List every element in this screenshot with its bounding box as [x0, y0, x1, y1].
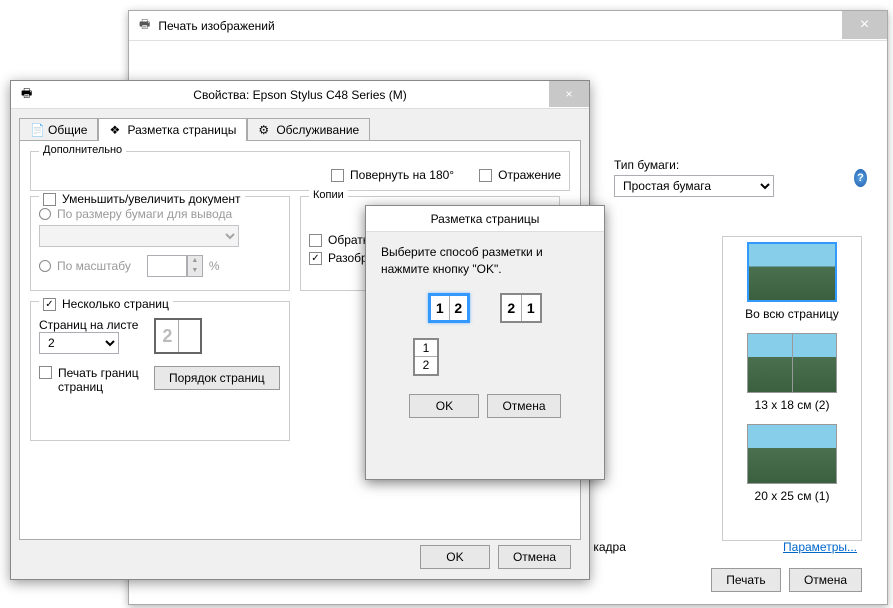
layout-thumb	[747, 424, 837, 484]
dialog-message: Выберите способ разметки и нажмите кнопк…	[381, 244, 589, 278]
layout-label: Во всю страницу	[728, 307, 856, 321]
tab-layout[interactable]: ❖Разметка страницы	[98, 118, 247, 141]
printer-icon: 🖶	[139, 15, 150, 36]
pages-per-sheet-label: Страниц на листе	[39, 318, 138, 332]
close-button[interactable]: ×	[549, 81, 589, 107]
tabs: 📄Общие ❖Разметка страницы ⚙Обслуживание	[19, 117, 581, 140]
print-button[interactable]: Печать	[711, 568, 781, 592]
layout-item-20x25[interactable]: 20 x 25 см (1)	[728, 424, 856, 503]
reverse-checkbox[interactable]	[309, 234, 322, 247]
group-title: Дополнительно	[39, 144, 126, 156]
paper-size-select	[39, 225, 239, 247]
multipage-checkbox[interactable]	[43, 298, 56, 311]
printer-icon: 🖶	[21, 84, 32, 105]
page-layout-dialog: Разметка страницы Выберите способ размет…	[365, 205, 605, 480]
collate-checkbox[interactable]	[309, 252, 322, 265]
frame-label: у кадра	[584, 540, 626, 554]
scale-input	[147, 255, 187, 277]
parameters-link[interactable]: Параметры...	[783, 540, 857, 554]
layout-label: 20 x 25 см (1)	[728, 489, 856, 503]
cancel-button[interactable]: Отмена	[498, 545, 571, 569]
paper-type-select[interactable]: Простая бумага	[614, 175, 774, 197]
layout-thumb	[747, 242, 837, 302]
document-icon: 📄	[30, 123, 44, 137]
props-title: Свойства: Epson Stylus C48 Series (M)	[193, 88, 406, 102]
group-resize: Уменьшить/увеличить документ По размеру …	[30, 196, 290, 291]
help-icon[interactable]: ?	[854, 169, 867, 187]
layout-option-vertical[interactable]: 12	[413, 338, 439, 376]
dialog-title: Разметка страницы	[366, 206, 604, 232]
layout-item-full[interactable]: Во всю страницу	[728, 242, 856, 321]
props-titlebar: 🖶 Свойства: Epson Stylus C48 Series (M) …	[11, 81, 589, 109]
ok-button[interactable]: OK	[420, 545, 490, 569]
layout-panel[interactable]: Во всю страницу 13 x 18 см (2) 20 x 25 с…	[722, 236, 862, 541]
paper-type-row: Тип бумаги: Простая бумага ?	[614, 158, 867, 197]
print-title: Печать изображений	[158, 19, 274, 33]
tab-maintenance[interactable]: ⚙Обслуживание	[247, 118, 370, 141]
print-titlebar: 🖶 Печать изображений	[129, 11, 887, 41]
pages-preview-icon: 2	[154, 318, 202, 354]
page-order-button[interactable]: Порядок страниц	[154, 366, 280, 390]
cancel-button[interactable]: Отмена	[487, 394, 560, 418]
layout-option-12[interactable]: 12	[428, 293, 470, 323]
pages-per-sheet-select[interactable]: 2	[39, 332, 119, 354]
group-multipage: Несколько страниц Страниц на листе 2 2 П…	[30, 301, 290, 441]
by-paper-radio	[39, 208, 51, 220]
gear-icon: ⚙	[258, 123, 272, 137]
layout-icon: ❖	[109, 123, 123, 137]
print-borders-checkbox[interactable]	[39, 366, 52, 379]
ok-button[interactable]: OK	[409, 394, 479, 418]
resize-checkbox[interactable]	[43, 193, 56, 206]
layout-option-21[interactable]: 21	[500, 293, 542, 323]
by-scale-radio	[39, 260, 51, 272]
paper-type-label: Тип бумаги:	[614, 158, 774, 172]
cancel-button[interactable]: Отмена	[789, 568, 862, 592]
layout-label: 13 x 18 см (2)	[728, 398, 856, 412]
layout-item-13x18[interactable]: 13 x 18 см (2)	[728, 333, 856, 412]
layout-thumb	[747, 333, 837, 393]
close-button[interactable]: ×	[842, 11, 887, 39]
tab-general[interactable]: 📄Общие	[19, 118, 98, 141]
